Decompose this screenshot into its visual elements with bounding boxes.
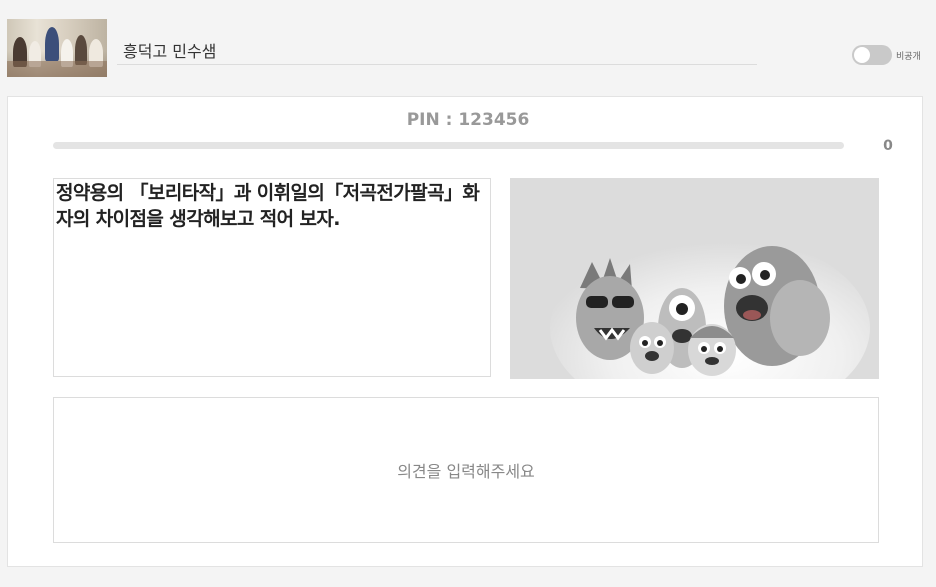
question-image: [510, 178, 879, 379]
title-underline: 흥덕고 민수샘: [117, 36, 757, 65]
question-box: 정약용의 「보리타작」과 이휘일의「저곡전가팔곡」화자의 차이점을 생각해보고 …: [53, 178, 491, 377]
progress-bar: [53, 142, 844, 149]
visibility-toggle[interactable]: [852, 45, 892, 65]
toggle-knob: [854, 47, 870, 63]
pin-code: PIN : 123456: [406, 110, 530, 130]
response-count: 0: [883, 138, 893, 154]
classroom-thumbnail-image: [7, 19, 107, 77]
question-text: 정약용의 「보리타작」과 이휘일의「저곡전가팔곡」화자의 차이점을 생각해보고 …: [56, 182, 480, 230]
cartoon-characters-icon: [510, 178, 879, 379]
answer-box: [53, 397, 879, 543]
answer-input[interactable]: [54, 398, 878, 542]
visibility-toggle-label: 비공개: [896, 52, 921, 62]
page-title: 흥덕고 민수샘: [123, 42, 217, 61]
